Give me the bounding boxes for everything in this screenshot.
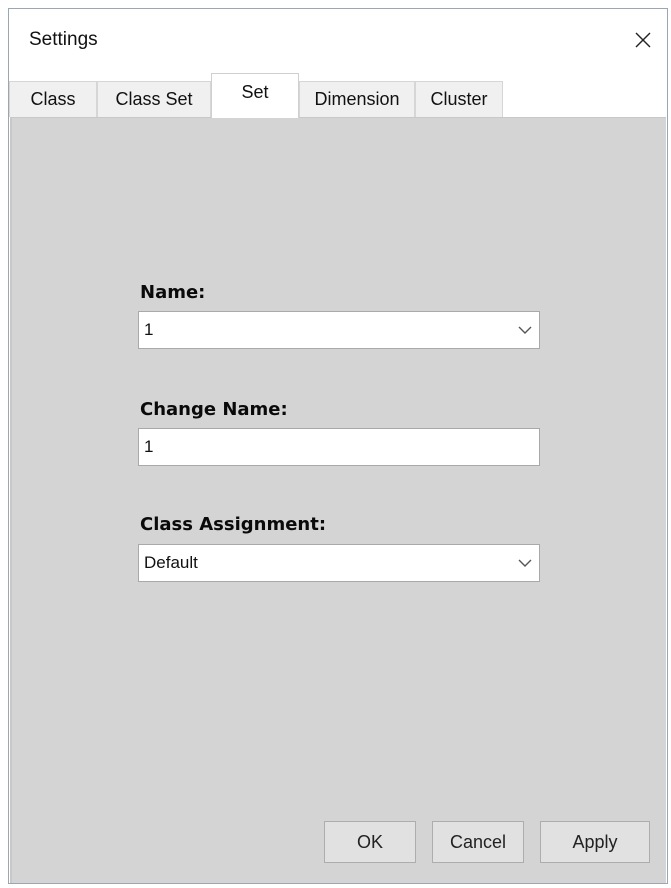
name-dropdown-value: 1: [144, 320, 154, 339]
tab-set[interactable]: Set: [211, 73, 299, 118]
tab-dimension[interactable]: Dimension: [299, 81, 415, 117]
cancel-button[interactable]: Cancel: [432, 821, 524, 863]
settings-dialog: Settings Class Class Set Set Dimension C…: [8, 8, 668, 884]
chevron-down-icon: [518, 559, 532, 567]
class-assignment-value: Default: [144, 553, 198, 572]
class-assignment-dropdown[interactable]: Default: [138, 544, 540, 582]
close-button[interactable]: [623, 23, 663, 57]
apply-button[interactable]: Apply: [540, 821, 650, 863]
change-name-input[interactable]: 1: [138, 428, 540, 466]
set-tab-panel: Name: 1 Change Name: 1 Class Assignment:…: [10, 117, 666, 883]
title-bar: Settings: [9, 9, 667, 71]
name-label: Name:: [140, 282, 206, 303]
close-icon: [635, 32, 651, 48]
ok-button[interactable]: OK: [324, 821, 416, 863]
tab-cluster[interactable]: Cluster: [415, 81, 503, 117]
change-name-value: 1: [144, 437, 154, 456]
chevron-down-icon: [518, 326, 532, 334]
window-title: Settings: [29, 29, 98, 50]
class-assignment-label: Class Assignment:: [140, 514, 327, 535]
name-dropdown[interactable]: 1: [138, 311, 540, 349]
change-name-label: Change Name:: [140, 399, 288, 420]
tab-strip: Class Class Set Set Dimension Cluster: [9, 73, 667, 118]
tab-class[interactable]: Class: [9, 81, 97, 117]
tab-class-set[interactable]: Class Set: [97, 81, 211, 117]
